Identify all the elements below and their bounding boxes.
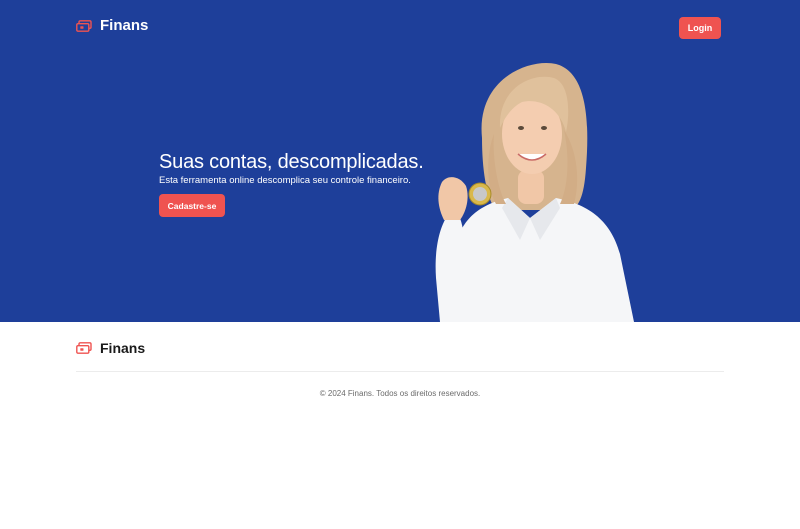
wallet-icon	[76, 342, 92, 354]
wallet-icon	[76, 19, 92, 32]
signup-button[interactable]: Cadastre-se	[159, 194, 225, 217]
brand-name: Finans	[100, 17, 149, 34]
footer-divider	[76, 371, 724, 372]
hero-section: Finans Login Suas contas, descomplicadas…	[0, 0, 800, 322]
footer-brand[interactable]: Finans	[76, 340, 145, 356]
login-button[interactable]: Login	[679, 17, 721, 39]
header-brand[interactable]: Finans	[76, 17, 148, 34]
copyright-text: © 2024 Finans. Todos os direitos reserva…	[319, 389, 481, 398]
footer-brand-name: Finans	[100, 340, 146, 356]
hero-photo	[435, 62, 634, 322]
